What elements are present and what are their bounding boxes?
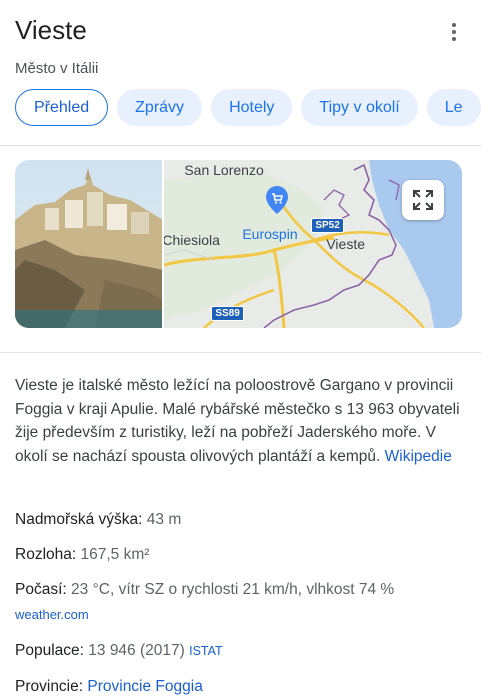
tab-news[interactable]: Zprávy [117, 89, 203, 126]
media-strip: San Lorenzo Chiesiola Vieste Eurospin SP… [15, 160, 462, 328]
fact-weather: Počasí: 23 °C, vítr SZ o rychlosti 21 km… [15, 581, 394, 599]
fact-value: 13 946 (2017) [88, 642, 185, 659]
fact-value: 167,5 km² [80, 546, 150, 563]
fact-label: Počasí: [15, 581, 67, 598]
tab-more[interactable]: Le [426, 89, 481, 126]
map-label-vieste: Vieste [326, 236, 366, 252]
entity-title: Vieste [15, 15, 87, 45]
fact-label: Nadmořská výška: [15, 511, 143, 528]
fact-value: 23 °C, vítr SZ o rychlosti 21 km/h, vlhk… [71, 581, 395, 598]
shopping-pin-icon[interactable] [266, 186, 289, 214]
weather-source-link[interactable]: weather.com [15, 607, 89, 622]
map-label-san-lorenzo: San Lorenzo [184, 162, 264, 178]
fact-elevation: Nadmořská výška: 43 m [15, 511, 181, 529]
expand-map-button[interactable] [402, 180, 444, 220]
knowledge-panel-header: Vieste Město v Itálii [15, 14, 466, 77]
map-poi-eurospin[interactable]: Eurospin [242, 226, 297, 242]
location-map[interactable]: San Lorenzo Chiesiola Vieste Eurospin SP… [164, 160, 462, 328]
wikipedia-link[interactable]: Wikipedie [385, 448, 452, 465]
fact-population: Populace: 13 946 (2017) ISTAT [15, 642, 223, 660]
fact-label: Populace: [15, 642, 84, 659]
fact-value: 43 m [146, 511, 182, 528]
town-photo[interactable] [15, 160, 163, 328]
road-badge-ss89: SS89 [211, 306, 244, 321]
fact-label: Provincie: [15, 678, 84, 695]
fact-area: Rozloha: 167,5 km² [15, 546, 149, 564]
province-link[interactable]: Provincie Foggia [87, 678, 202, 695]
fact-label: Rozloha: [15, 546, 77, 563]
tab-bar: Přehled Zprávy Hotely Tipy v okolí Le [15, 89, 481, 126]
entity-subtitle: Město v Itálii [15, 60, 99, 77]
map-label-chiesiola: Chiesiola [164, 232, 220, 248]
tab-hotels[interactable]: Hotely [211, 89, 293, 126]
expand-icon [413, 190, 433, 210]
tab-nearby[interactable]: Tipy v okolí [301, 89, 418, 126]
fact-province: Provincie: Provincie Foggia [15, 678, 203, 696]
road-badge-sp52: SP52 [311, 218, 344, 233]
entity-description: Vieste je italské město ležící na poloos… [15, 374, 465, 468]
tab-overview[interactable]: Přehled [15, 89, 109, 126]
coastal-town-image [15, 160, 163, 328]
divider [0, 145, 481, 146]
more-options-icon[interactable] [442, 20, 466, 44]
population-source-link[interactable]: ISTAT [189, 644, 223, 658]
divider [0, 352, 481, 353]
